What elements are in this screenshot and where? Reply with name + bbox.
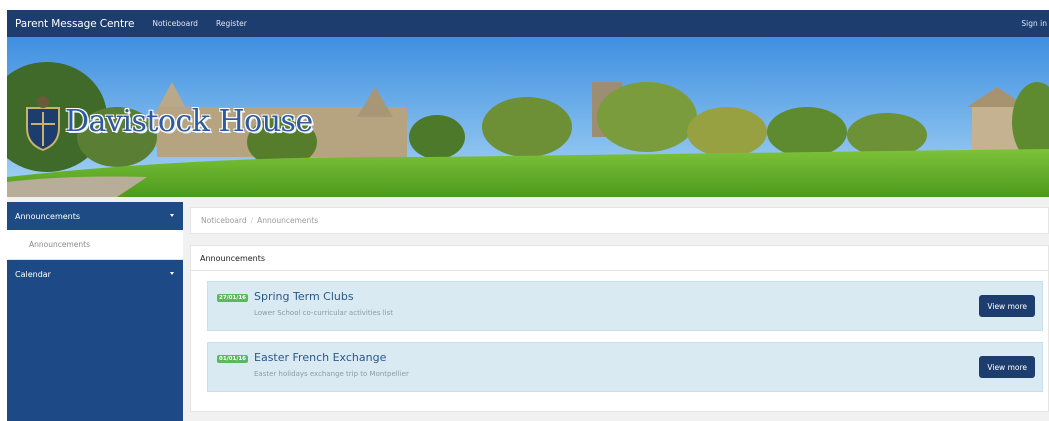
nav-link-register[interactable]: Register xyxy=(216,19,247,28)
sidebar-subitem-announcements[interactable]: Announcements xyxy=(7,230,183,260)
sidebar: Announcements Announcements Calendar xyxy=(7,202,183,421)
view-more-button[interactable]: View more xyxy=(979,295,1035,317)
announcement-card[interactable]: 27/01/16 Spring Term Clubs Lower School … xyxy=(207,281,1043,331)
sidebar-item-calendar[interactable]: Calendar xyxy=(7,260,183,288)
sign-in-link[interactable]: Sign in xyxy=(1021,19,1047,28)
nav-link-noticeboard[interactable]: Noticeboard xyxy=(152,19,198,28)
breadcrumb: Noticeboard / Announcements xyxy=(190,207,1049,234)
school-banner: Davistock House xyxy=(7,37,1049,197)
main-content: Noticeboard / Announcements Announcement… xyxy=(190,207,1049,412)
announcements-panel: Announcements 27/01/16 Spring Term Clubs… xyxy=(190,245,1049,412)
breadcrumb-separator: / xyxy=(250,216,254,225)
caret-down-icon xyxy=(170,214,174,217)
school-logo-text: Davistock House xyxy=(65,104,313,139)
sidebar-item-label: Calendar xyxy=(15,269,51,279)
app-frame: Parent Message Centre Noticeboard Regist… xyxy=(7,10,1049,421)
date-badge: 01/01/16 xyxy=(217,355,248,363)
brand-link[interactable]: Parent Message Centre xyxy=(7,18,134,30)
announcement-card[interactable]: 01/01/16 Easter French Exchange Easter h… xyxy=(207,342,1043,392)
breadcrumb-noticeboard[interactable]: Noticeboard xyxy=(201,216,247,225)
announcement-description: Lower School co-curricular activities li… xyxy=(254,309,393,317)
sidebar-item-announcements[interactable]: Announcements xyxy=(7,202,183,230)
caret-down-icon xyxy=(170,272,174,275)
announcement-title[interactable]: Easter French Exchange xyxy=(254,351,386,364)
announcement-title[interactable]: Spring Term Clubs xyxy=(254,290,354,303)
sidebar-item-label: Announcements xyxy=(15,211,81,221)
top-navbar: Parent Message Centre Noticeboard Regist… xyxy=(7,10,1049,37)
crest-icon xyxy=(26,96,60,152)
date-badge: 27/01/16 xyxy=(217,294,248,302)
announcement-description: Easter holidays exchange trip to Montpel… xyxy=(254,370,409,378)
view-more-button[interactable]: View more xyxy=(979,356,1035,378)
panel-title: Announcements xyxy=(191,246,1048,271)
breadcrumb-announcements: Announcements xyxy=(257,216,319,225)
